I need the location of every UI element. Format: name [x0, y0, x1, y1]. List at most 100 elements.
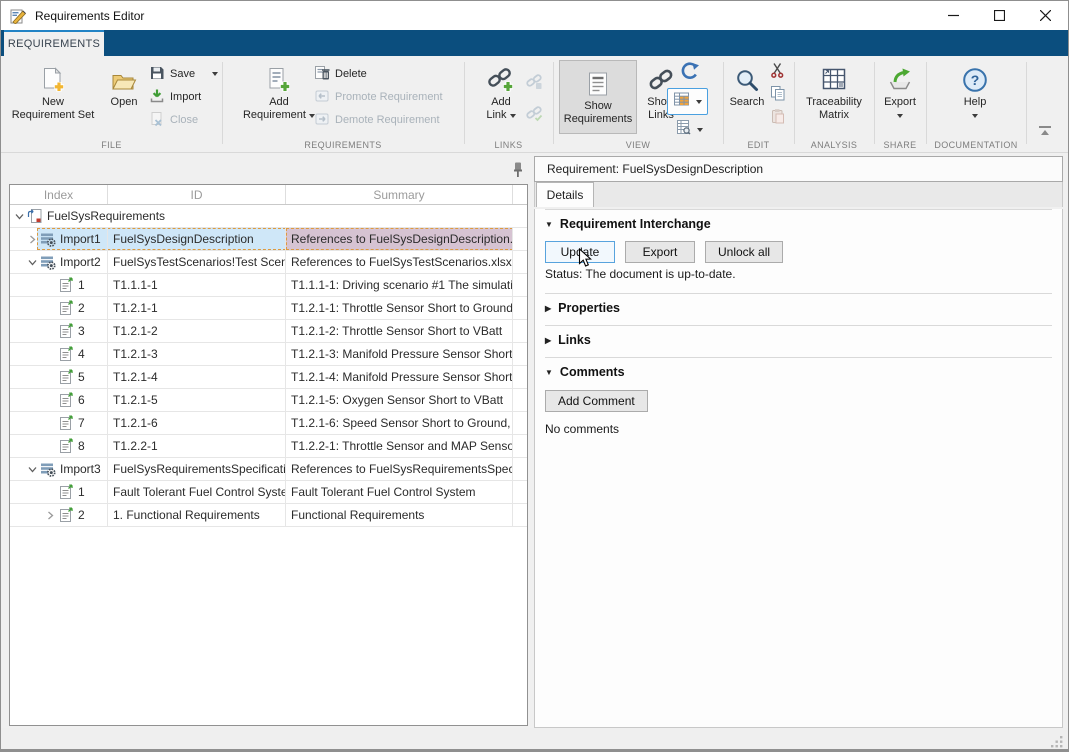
mouse-cursor: [578, 248, 593, 274]
section-requirement-interchange: ▼ Requirement Interchange Update Export …: [545, 210, 1052, 294]
table-row[interactable]: 1Fault Tolerant Fuel Control SystemFault…: [10, 481, 527, 504]
tree-chevron[interactable]: [43, 511, 58, 520]
open-button[interactable]: Open: [99, 60, 149, 109]
table-row[interactable]: Import2FuelSysTestScenarios!Test Scen...…: [10, 251, 527, 274]
row-index: 2: [78, 508, 85, 522]
columns-view-dropdown[interactable]: [667, 88, 708, 115]
save-dropdown-caret[interactable]: [212, 72, 218, 76]
column-header-id[interactable]: ID: [108, 185, 286, 204]
columns-dropdown-caret[interactable]: [696, 100, 702, 104]
properties-header[interactable]: ▶ Properties: [545, 298, 1052, 318]
help-button[interactable]: ? Help: [948, 60, 1002, 122]
table-row[interactable]: 7T1.2.1-6T1.2.1-6: Speed Sensor Short to…: [10, 412, 527, 435]
tree-chevron[interactable]: [25, 465, 40, 474]
table-row[interactable]: 2 T1.2.1-1T1.2.1-1: Throttle Sensor Short…: [10, 297, 527, 320]
row-id: T1.2.1-5: [108, 389, 286, 411]
unlock-all-button[interactable]: Unlock all: [705, 241, 783, 263]
promote-requirement-button: Promote Requirement: [314, 87, 443, 107]
pin-icon[interactable]: [512, 161, 524, 183]
minimize-button[interactable]: [930, 1, 976, 30]
add-link-icon: [487, 60, 515, 93]
rows-dropdown-caret[interactable]: [697, 128, 703, 132]
row-summary: T1.2.1-5: Oxygen Sensor Short to VBatt: [286, 389, 513, 411]
requirement-icon: [58, 369, 74, 385]
row-index: 2: [78, 301, 85, 315]
collapse-ribbon-button[interactable]: [1038, 124, 1052, 142]
tree-chevron[interactable]: [25, 258, 40, 267]
column-header-summary[interactable]: Summary: [286, 185, 513, 204]
row-summary: References to FuelSysDesignDescription.d…: [286, 228, 513, 250]
row-label: FuelSysRequirements: [47, 209, 165, 223]
details-panel-header: Requirement: FuelSysDesignDescription: [534, 156, 1063, 182]
add-comment-button[interactable]: Add Comment: [545, 390, 648, 412]
section-properties: ▶ Properties: [545, 294, 1052, 326]
requirement-icon: [58, 300, 74, 316]
tab-requirements[interactable]: REQUIREMENTS: [4, 30, 104, 56]
export-button[interactable]: Export: [875, 60, 925, 122]
table-row[interactable]: 3T1.2.1-2T1.2.1-2: Throttle Sensor Short…: [10, 320, 527, 343]
tree-chevron[interactable]: [12, 212, 27, 221]
maximize-button[interactable]: [976, 1, 1022, 30]
close-button[interactable]: [1022, 1, 1068, 30]
requirement-icon: [58, 438, 74, 454]
table-row[interactable]: 1T1.1.1-1T1.1.1-1: Driving scenario #1 T…: [10, 274, 527, 297]
table-row[interactable]: 6T1.2.1-5T1.2.1-5: Oxygen Sensor Short t…: [10, 389, 527, 412]
table-row[interactable]: 4T1.2.1-3T1.2.1-3: Manifold Pressure Sen…: [10, 343, 527, 366]
comments-header[interactable]: ▼ Comments: [545, 362, 1052, 382]
table-row[interactable]: 5T1.2.1-4T1.2.1-4: Manifold Pressure Sen…: [10, 366, 527, 389]
table-row[interactable]: 21. Functional RequirementsFunctional Re…: [10, 504, 527, 527]
column-header-index[interactable]: Index: [10, 185, 108, 204]
refresh-button[interactable]: [679, 61, 700, 86]
links-header[interactable]: ▶ Links: [545, 330, 1052, 350]
row-summary: References to FuelSysTestScenarios.xlsx …: [286, 251, 513, 273]
row-summary: T1.2.1-1: Throttle Sensor Short to Groun…: [286, 297, 513, 319]
section-links: ▶ Links: [545, 326, 1052, 358]
table-row[interactable]: Import1FuelSysDesignDescriptionReference…: [10, 228, 527, 251]
new-requirement-set-button[interactable]: New Requirement Set: [7, 60, 99, 122]
save-icon: [149, 65, 165, 84]
requirement-icon: [58, 392, 74, 408]
tab-details[interactable]: Details: [536, 182, 594, 207]
export-document-button[interactable]: Export: [625, 241, 695, 263]
table-row[interactable]: 8T1.2.2-1T1.2.2-1: Throttle Sensor and M…: [10, 435, 527, 458]
collapse-triangle-icon: ▼: [545, 220, 553, 229]
group-documentation: ? Help DOCUMENTATION: [926, 56, 1026, 152]
traceability-matrix-button[interactable]: Traceability Matrix: [799, 60, 869, 122]
row-index: 1: [78, 278, 85, 292]
add-link-button[interactable]: Add Link: [476, 60, 526, 122]
status-bar: [1, 728, 1068, 749]
save-button[interactable]: Save: [149, 64, 218, 84]
table-row[interactable]: FuelSysRequirements: [10, 205, 527, 228]
group-file: New Requirement Set Open Save: [1, 56, 222, 152]
add-requirement-button[interactable]: Add Requirement: [234, 60, 324, 122]
add-requirement-icon: [266, 60, 292, 93]
requirement-icon: [58, 484, 74, 500]
requirement-interchange-header[interactable]: ▼ Requirement Interchange: [545, 214, 1052, 234]
paste-button: [770, 108, 786, 129]
requirements-table-panel: Index ID Summary FuelSysRequirements Impo…: [9, 184, 528, 726]
resize-grip[interactable]: [1051, 735, 1063, 752]
row-index: 8: [78, 439, 85, 453]
show-requirements-button[interactable]: Show Requirements: [559, 60, 637, 134]
rows-view-dropdown[interactable]: [669, 116, 709, 143]
tree-chevron[interactable]: [25, 235, 40, 244]
rows-icon: [675, 119, 691, 140]
confirm-link-button: [526, 106, 543, 127]
delete-button[interactable]: Delete: [314, 64, 367, 84]
copy-button[interactable]: [770, 85, 786, 106]
row-index: 1: [78, 485, 85, 499]
group-requirements: Add Requirement Delete Promote Requireme…: [222, 56, 464, 152]
row-id: FuelSysTestScenarios!Test Scen...: [108, 251, 286, 273]
delete-icon: [314, 65, 330, 84]
new-requirement-set-icon: [40, 60, 66, 93]
cut-button[interactable]: [770, 62, 785, 83]
search-button[interactable]: Search: [725, 60, 769, 109]
no-comments-text: No comments: [545, 422, 1052, 436]
requirement-icon: [58, 415, 74, 431]
table-row[interactable]: Import3FuelSysRequirementsSpecificationR…: [10, 458, 527, 481]
requirement-icon: [58, 507, 74, 523]
row-id: T1.2.1-2: [108, 320, 286, 342]
import-button[interactable]: Import: [149, 87, 201, 107]
row-id: T1.2.1-1: [108, 297, 286, 319]
row-summary: T1.2.2-1: Throttle Sensor and MAP Sensor…: [286, 435, 513, 457]
